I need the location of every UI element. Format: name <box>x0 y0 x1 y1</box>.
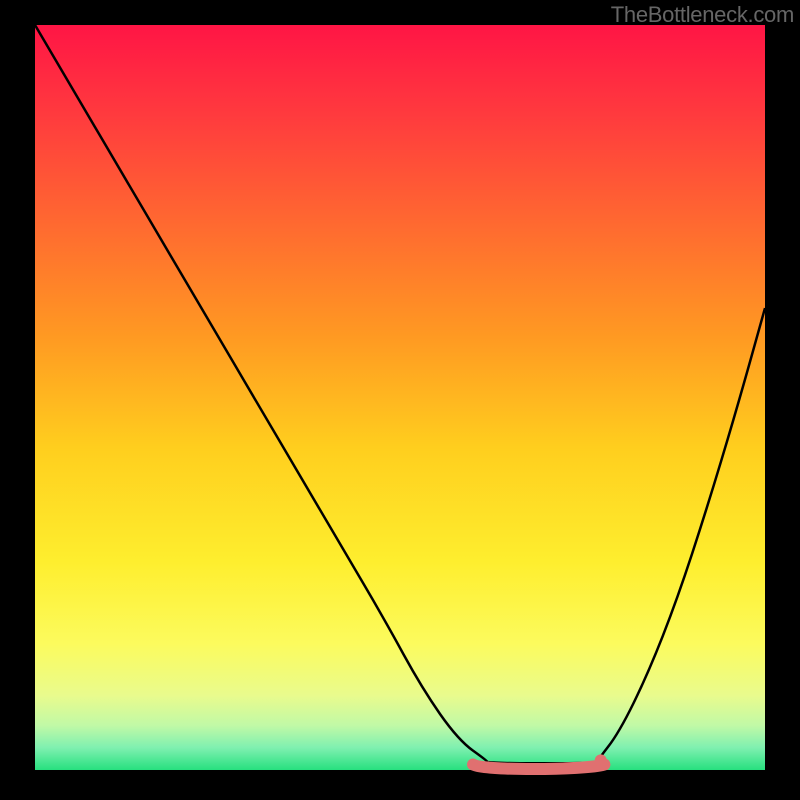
optimal-range-end-dot <box>595 754 607 766</box>
chart-container: TheBottleneck.com <box>0 0 800 800</box>
bottleneck-curve <box>35 25 765 763</box>
curve-overlay <box>35 25 765 770</box>
optimal-range-highlight <box>473 765 604 770</box>
attribution-text: TheBottleneck.com <box>611 2 794 28</box>
plot-area <box>35 25 765 770</box>
